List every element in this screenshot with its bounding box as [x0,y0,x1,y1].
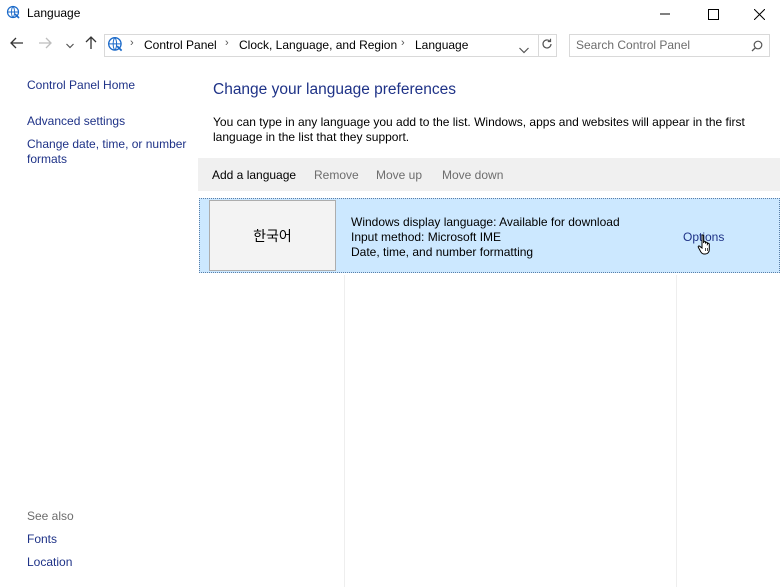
column-divider [344,275,345,587]
add-language-button[interactable]: Add a language [212,168,296,182]
minimize-icon [660,9,670,19]
recent-locations-button[interactable] [61,36,79,54]
display-language-status: Windows display language: Available for … [351,215,620,229]
page-title: Change your language preferences [213,81,457,98]
change-date-time-line-2: formats [27,152,68,166]
search-box[interactable] [569,34,770,57]
formatting-info: Date, time, and number formatting [351,245,534,259]
forward-button[interactable] [36,36,54,54]
breadcrumb-clock-language-region[interactable]: Clock, Language, and Region [239,38,397,52]
window-title: Language [27,6,81,20]
dropdown-chevron-icon[interactable] [519,41,529,59]
language-tile[interactable]: 한국어 [209,200,336,271]
input-method: Input method: Microsoft IME [351,230,502,244]
breadcrumb-separator[interactable]: › [225,37,229,49]
move-up-button[interactable]: Move up [376,168,422,182]
back-button[interactable] [8,36,26,54]
navigation-bar: › Control Panel › Clock, Language, and R… [0,31,780,59]
see-also-heading: See also [27,509,74,523]
page-description: You can type in any language you add to … [213,115,758,145]
refresh-button[interactable] [537,34,557,57]
language-details: Windows display language: Available for … [351,215,620,260]
hand-cursor-icon [697,234,713,261]
breadcrumb-separator[interactable]: › [401,37,405,49]
maximize-button[interactable] [690,0,736,28]
refresh-icon [541,37,553,55]
fonts-link[interactable]: Fonts [27,532,57,547]
description-line-1: You can type in any language you add to … [213,115,745,129]
language-app-icon [6,5,22,21]
address-bar[interactable]: › Control Panel › Clock, Language, and R… [104,34,539,57]
advanced-settings-link[interactable]: Advanced settings [27,114,125,129]
language-toolbar: Add a language Remove Move up Move down [198,158,780,191]
close-icon [753,8,765,20]
back-arrow-icon [10,36,24,54]
maximize-icon [707,8,719,20]
close-button[interactable] [736,0,780,28]
breadcrumb-language[interactable]: Language [415,38,468,52]
up-button[interactable] [82,35,100,55]
change-date-time-link[interactable]: Change date, time, or number formats [27,137,186,167]
minimize-button[interactable] [642,0,688,28]
remove-button[interactable]: Remove [314,168,359,182]
breadcrumb-separator[interactable]: › [130,37,134,49]
description-line-2: language in the list that they support. [213,130,410,144]
recent-chevron-icon [66,36,74,54]
search-icon[interactable] [751,39,763,57]
forward-arrow-icon [38,36,52,54]
control-panel-home-link[interactable]: Control Panel Home [27,78,135,93]
up-arrow-icon [85,35,97,55]
move-down-button[interactable]: Move down [442,168,503,182]
language-app-icon [107,36,125,54]
location-link[interactable]: Location [27,555,72,570]
column-divider [676,275,677,587]
search-input[interactable] [576,38,746,52]
breadcrumb-control-panel[interactable]: Control Panel [144,38,217,52]
title-bar: Language [0,0,780,28]
change-date-time-line-1: Change date, time, or number [27,137,187,151]
